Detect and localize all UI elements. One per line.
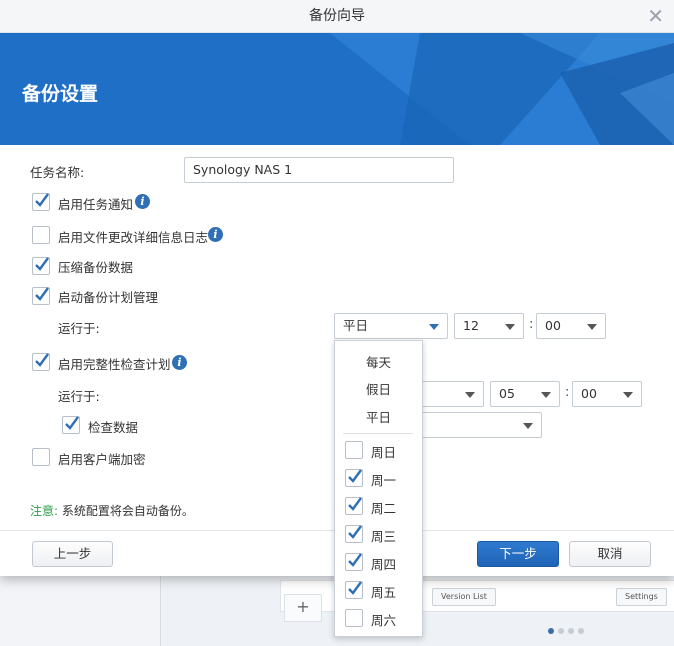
note-text: 注意: 系统配置将会自动备份。 xyxy=(30,502,194,519)
integrity-label: 启用完整性检查计划 xyxy=(58,357,171,372)
close-icon[interactable]: ✕ xyxy=(647,0,664,32)
dialog-titlebar: 备份向导 ✕ xyxy=(0,0,674,33)
next-button[interactable]: 下一步 xyxy=(477,541,559,567)
client-encrypt-checkbox[interactable] xyxy=(32,448,50,466)
info-icon[interactable]: i xyxy=(135,194,150,209)
integrity-minute-select[interactable]: 00 xyxy=(572,381,642,407)
info-icon[interactable]: i xyxy=(208,227,223,242)
day-monday-checkbox[interactable] xyxy=(345,469,363,487)
day-tuesday-checkbox[interactable] xyxy=(345,497,363,515)
chevron-down-icon xyxy=(523,423,533,429)
chevron-down-icon xyxy=(623,392,633,398)
dropdown-option-daily[interactable]: 每天 xyxy=(335,352,422,371)
checkmark-icon xyxy=(65,416,79,430)
schedule-day-value: 平日 xyxy=(343,318,369,333)
chevron-down-icon xyxy=(505,324,515,330)
background-add-button[interactable]: + xyxy=(284,594,322,622)
schedule-checkbox[interactable] xyxy=(32,287,50,305)
checkmark-icon xyxy=(348,581,362,595)
schedule-label: 启动备份计划管理 xyxy=(58,290,159,305)
banner-background xyxy=(0,33,674,145)
background-settings-button[interactable]: Settings xyxy=(616,588,667,606)
dialog-title: 备份向导 xyxy=(309,8,365,24)
info-icon[interactable]: i xyxy=(172,355,187,370)
banner: 备份设置 xyxy=(0,33,674,145)
task-name-input[interactable]: Synology NAS 1 xyxy=(184,157,454,183)
day-saturday-label: 周六 xyxy=(371,613,397,628)
checkmark-icon xyxy=(348,469,362,483)
integrity-hour-select[interactable]: 05 xyxy=(490,381,560,407)
note-body: 系统配置将会自动备份。 xyxy=(58,504,194,518)
cancel-button[interactable]: 取消 xyxy=(569,541,651,567)
schedule-hour-value: 12 xyxy=(463,318,479,333)
checkmark-icon xyxy=(348,553,362,567)
chevron-down-icon xyxy=(465,392,475,398)
check-data-checkbox[interactable] xyxy=(62,416,80,434)
enable-notification-label: 启用任务通知 xyxy=(58,197,134,212)
schedule-minute-select[interactable]: 00 xyxy=(536,313,606,339)
integrity-minute-value: 00 xyxy=(581,386,597,401)
check-data-label: 检查数据 xyxy=(88,420,139,435)
compress-label: 压缩备份数据 xyxy=(58,260,134,275)
task-name-label: 任务名称: xyxy=(30,165,85,180)
enable-file-log-label: 启用文件更改详细信息日志 xyxy=(58,230,209,245)
day-sunday-checkbox[interactable] xyxy=(345,441,363,459)
background-version-list-button[interactable]: Version List xyxy=(432,588,496,606)
checkmark-icon xyxy=(348,497,362,511)
schedule-run-label: 运行于: xyxy=(58,321,100,336)
integrity-run-label: 运行于: xyxy=(58,389,100,404)
integrity-hour-value: 05 xyxy=(499,386,515,401)
day-saturday-checkbox[interactable] xyxy=(345,609,363,627)
chevron-down-icon xyxy=(541,392,551,398)
day-monday-label: 周一 xyxy=(371,473,397,488)
pager-dots xyxy=(548,623,588,638)
note-prefix: 注意: xyxy=(30,504,59,518)
checkmark-icon xyxy=(35,193,49,207)
schedule-day-dropdown: 每天 假日 平日 周日 周一 周二 周三 周四 周五 周六 xyxy=(334,340,423,637)
dropdown-option-weekday[interactable]: 平日 xyxy=(335,407,422,426)
checkmark-icon xyxy=(35,353,49,367)
integrity-checkbox[interactable] xyxy=(32,353,50,371)
schedule-minute-value: 00 xyxy=(545,318,561,333)
schedule-day-select[interactable]: 平日 xyxy=(334,313,448,339)
compress-checkbox[interactable] xyxy=(32,257,50,275)
time-separator: : xyxy=(529,317,534,332)
day-sunday-label: 周日 xyxy=(371,445,397,460)
day-thursday-checkbox[interactable] xyxy=(345,553,363,571)
day-friday-label: 周五 xyxy=(371,585,397,600)
day-wednesday-checkbox[interactable] xyxy=(345,525,363,543)
banner-title: 备份设置 xyxy=(22,83,99,105)
dropdown-option-holiday[interactable]: 假日 xyxy=(335,379,422,398)
enable-notification-checkbox[interactable] xyxy=(32,193,50,211)
checkmark-icon xyxy=(35,257,49,271)
enable-file-log-checkbox[interactable] xyxy=(32,226,50,244)
checkmark-icon xyxy=(35,287,49,301)
checkmark-icon xyxy=(348,525,362,539)
schedule-hour-select[interactable]: 12 xyxy=(454,313,524,339)
day-wednesday-label: 周三 xyxy=(371,529,397,544)
time-separator: : xyxy=(565,385,570,400)
chevron-down-icon xyxy=(587,324,597,330)
dropdown-divider xyxy=(343,433,413,434)
day-tuesday-label: 周二 xyxy=(371,501,397,516)
chevron-down-icon xyxy=(429,324,439,330)
back-button[interactable]: 上一步 xyxy=(32,541,113,567)
day-friday-checkbox[interactable] xyxy=(345,581,363,599)
client-encrypt-label: 启用客户端加密 xyxy=(58,452,146,467)
day-thursday-label: 周四 xyxy=(371,557,397,572)
